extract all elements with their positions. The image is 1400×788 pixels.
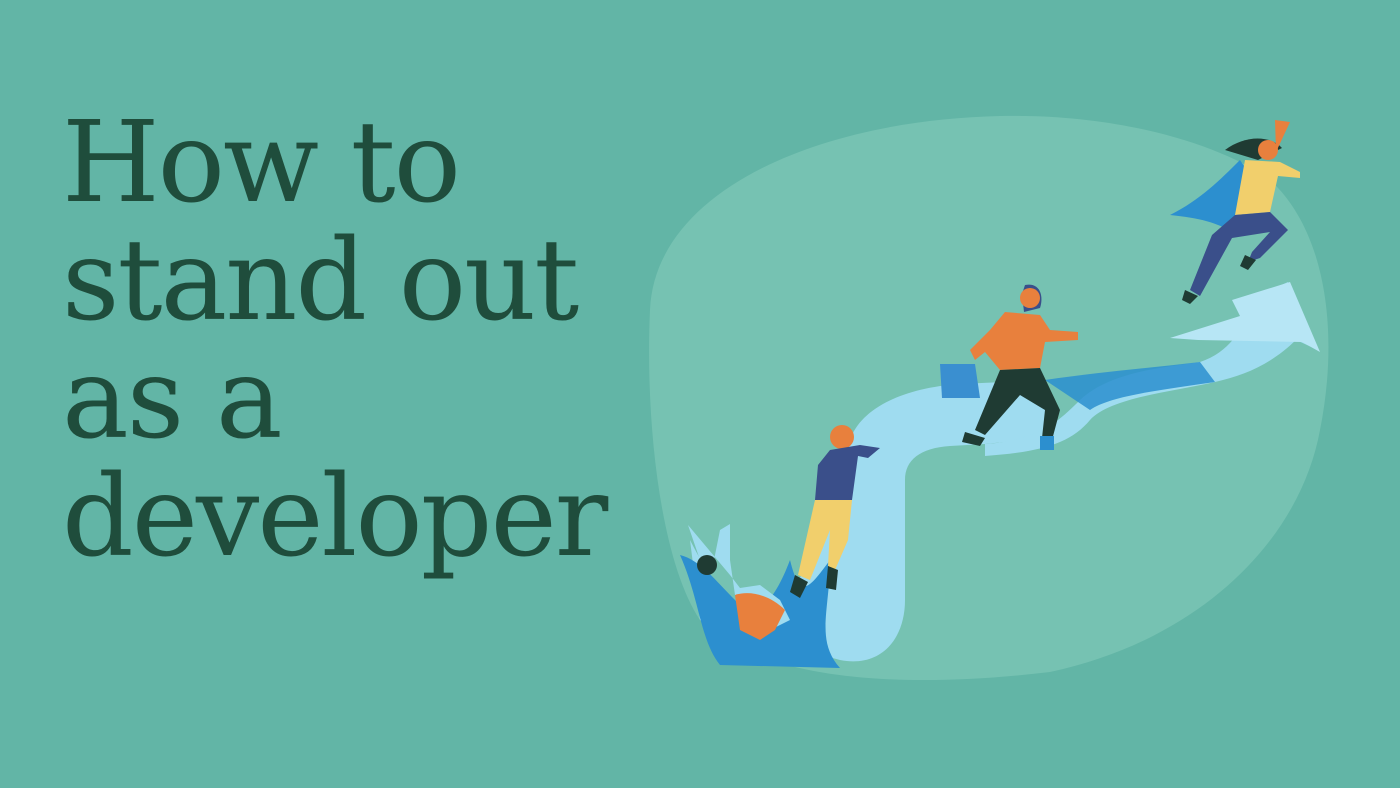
headline: How to stand out as a developer bbox=[62, 98, 608, 582]
headline-line-1: How to bbox=[62, 98, 461, 228]
headline-line-4: developer bbox=[62, 452, 608, 582]
headline-line-2: stand out bbox=[62, 216, 579, 346]
headline-line-3: as a bbox=[62, 334, 283, 464]
briefcase-icon bbox=[940, 364, 980, 398]
